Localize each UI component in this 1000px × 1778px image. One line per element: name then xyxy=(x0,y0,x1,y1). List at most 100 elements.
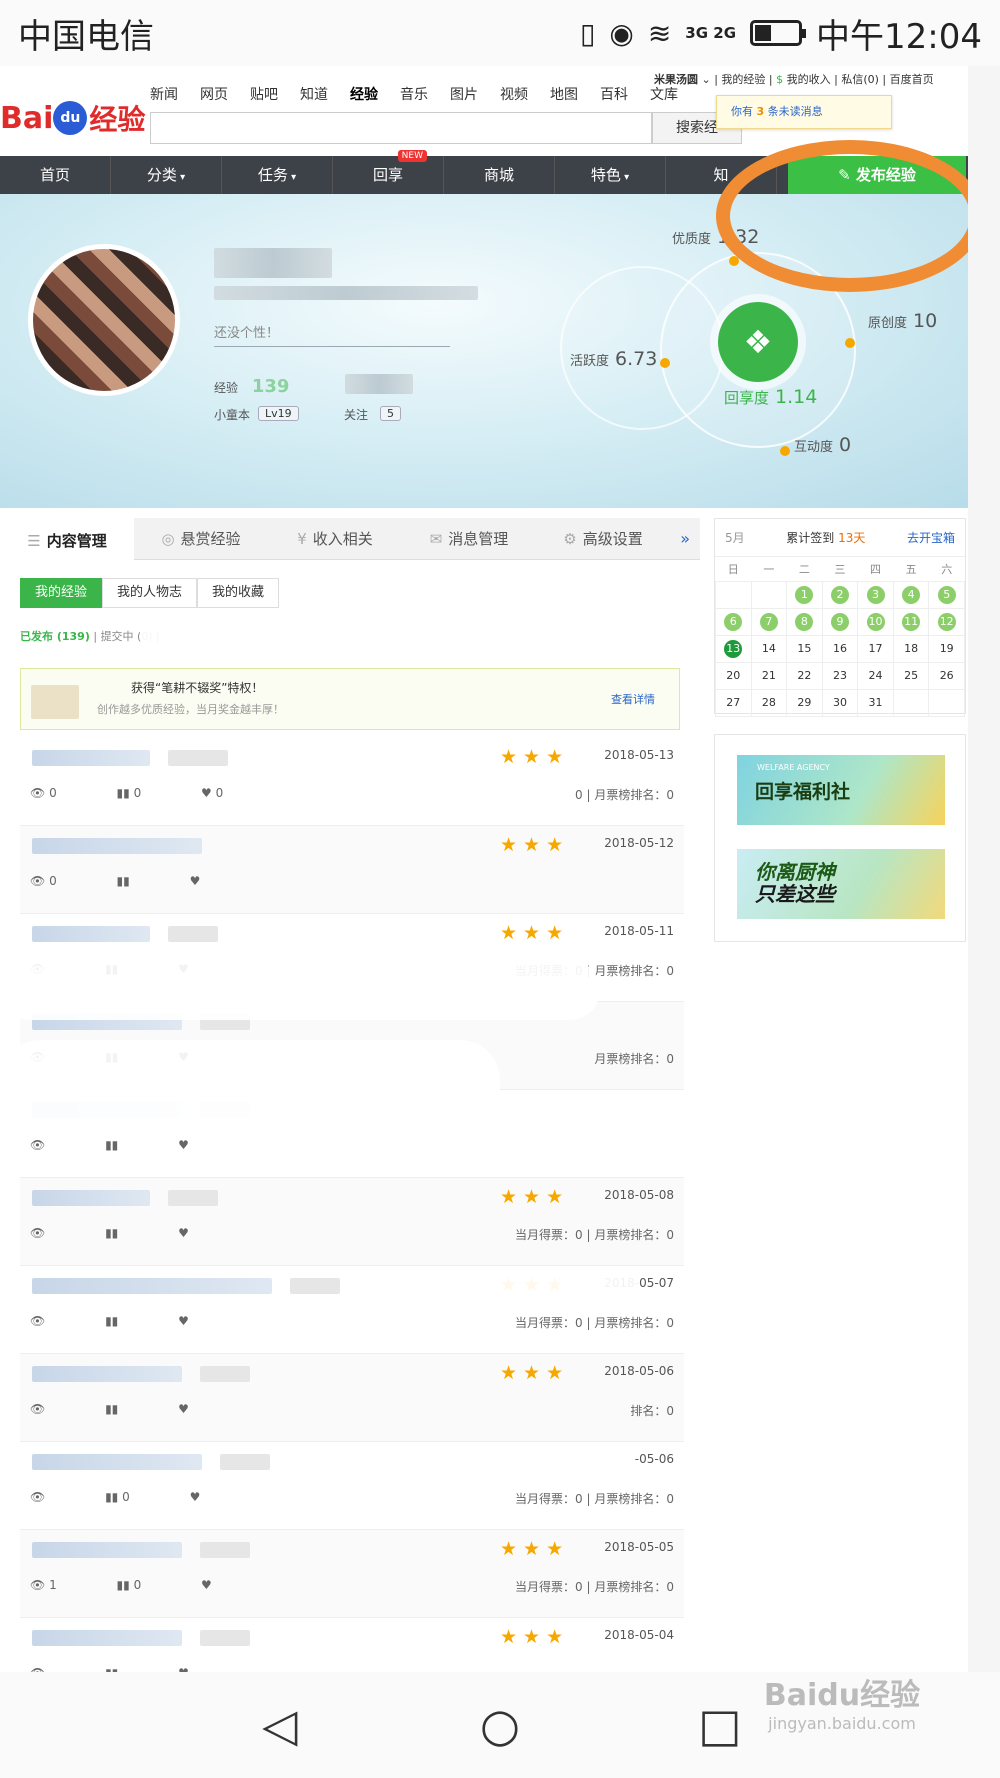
calendar-day[interactable]: 31 xyxy=(857,688,894,717)
username-link[interactable]: 米果汤圆 xyxy=(654,73,698,86)
calendar-day[interactable]: 25 xyxy=(892,661,930,690)
calendar-day[interactable]: 29 xyxy=(786,688,823,717)
chevron-down-icon[interactable]: ⌄ xyxy=(702,73,711,86)
subtab-item[interactable]: 我的人物志 xyxy=(102,578,198,608)
calendar-day[interactable]: 20 xyxy=(715,661,752,690)
my-exp-link[interactable]: 我的经验 xyxy=(721,73,765,86)
main-nav-item[interactable]: 特色 ▾ xyxy=(555,156,666,194)
filter-published[interactable]: 已发布 (139) xyxy=(20,630,90,643)
calendar-day[interactable]: 12 xyxy=(928,607,965,636)
calendar-day[interactable]: 7 xyxy=(750,607,788,636)
top-nav-item[interactable]: 视频 xyxy=(500,84,528,104)
calendar-day[interactable]: 6 xyxy=(715,607,752,636)
calendar-day xyxy=(715,580,752,609)
main-nav-item[interactable]: 知 xyxy=(666,156,777,194)
more-tabs-icon[interactable]: » xyxy=(680,518,690,560)
heart-icon: ♥ xyxy=(178,1138,189,1152)
baidu-jingyan-logo[interactable]: Bai du 经验 xyxy=(0,96,145,140)
calendar-day[interactable]: 10 xyxy=(857,607,894,636)
top-nav-item[interactable]: 网页 xyxy=(200,84,228,104)
layers-icon[interactable]: ❖ xyxy=(718,302,798,382)
baidu-home-link[interactable]: 百度首页 xyxy=(890,73,934,86)
main-nav-item[interactable]: 回享 NEW xyxy=(333,150,444,194)
calendar-day[interactable]: 4 xyxy=(892,580,930,609)
calendar-day[interactable]: 14 xyxy=(750,634,788,663)
calendar-day[interactable]: 30 xyxy=(821,688,859,717)
calendar-day[interactable]: 18 xyxy=(892,634,930,663)
calendar-day[interactable]: 13 xyxy=(715,634,752,663)
pen-icon: ✎ xyxy=(838,166,851,184)
calendar-day[interactable]: 9 xyxy=(821,607,859,636)
calendar-day[interactable]: 26 xyxy=(928,661,965,690)
my-income-link[interactable]: 我的收入 xyxy=(787,73,831,86)
back-button[interactable]: ◁ xyxy=(240,1698,320,1752)
top-nav-item[interactable]: 贴吧 xyxy=(250,84,278,104)
main-nav-item[interactable]: 任务 ▾ xyxy=(222,156,333,194)
calendar-day[interactable]: 11 xyxy=(892,607,930,636)
list-item[interactable]: ★★★ 2018-05-12 👁 0 ▮▮ ♥ xyxy=(20,826,684,914)
wifi-icon: ≋ xyxy=(647,16,672,50)
calendar-day[interactable]: 19 xyxy=(928,634,965,663)
calendar-day[interactable]: 17 xyxy=(857,634,894,663)
top-nav-item[interactable]: 地图 xyxy=(550,84,578,104)
list-item[interactable]: ★★★ 2018-05-06 👁 ▮▮ ♥ 排名：0 xyxy=(20,1354,684,1442)
calendar-day[interactable]: 15 xyxy=(786,634,823,663)
redaction-smudge xyxy=(140,622,300,644)
list-item[interactable]: ★★★2018-05-04 👁 ▮▮ ♥ xyxy=(20,1618,684,1672)
calendar-day[interactable]: 22 xyxy=(786,661,823,690)
top-nav-item[interactable]: 知道 xyxy=(300,84,328,104)
promo-title: 获得“笔耕不辍奖”特权！ xyxy=(131,681,264,695)
publish-experience-button[interactable]: ✎ 发布经验 xyxy=(788,156,966,194)
home-button[interactable]: ○ xyxy=(460,1698,540,1752)
subtab-item[interactable]: 我的收藏 xyxy=(197,578,280,608)
calendar-day[interactable]: 16 xyxy=(821,634,859,663)
unread-notice-popup[interactable]: 你有 3 条未读消息 xyxy=(716,95,892,129)
top-nav-item[interactable]: 百科 xyxy=(600,84,628,104)
tab-item[interactable]: ☰ 内容管理 xyxy=(0,518,134,560)
tab-item[interactable]: ¥ 收入相关 xyxy=(268,518,402,560)
experience-list: ★★★ 2018-05-13 👁 0 ▮▮ 0 ♥ 0 0 | 月票榜排名：0 ★★… xyxy=(20,738,684,1672)
list-item[interactable]: -05-06 👁 ▮▮ 0 ♥ 当月得票：0 | 月票榜排名：0 xyxy=(20,1442,684,1530)
calendar-day[interactable]: 28 xyxy=(750,688,788,717)
heart-icon: ♥ 0 xyxy=(201,786,224,800)
main-nav-item[interactable]: 首页 xyxy=(0,156,111,194)
main-nav-item[interactable]: 分类 ▾ xyxy=(111,156,222,194)
chef-ad[interactable]: 你离厨神 只差这些 xyxy=(737,849,945,919)
item-stats: 👁 0 ▮▮ ♥ xyxy=(30,874,256,888)
top-nav-item[interactable]: 文库 xyxy=(650,84,678,104)
calendar-day[interactable]: 1 xyxy=(786,580,823,609)
subtab-item[interactable]: 我的经验 xyxy=(20,578,103,608)
calendar-day[interactable]: 21 xyxy=(750,661,788,690)
calendar-day[interactable]: 5 xyxy=(928,580,965,609)
calendar-day[interactable]: 3 xyxy=(857,580,894,609)
promo-details-link[interactable]: 查看详情 xyxy=(611,691,655,707)
recent-apps-button[interactable]: □ xyxy=(680,1698,760,1752)
tab-item[interactable]: ⚙ 高级设置 xyxy=(536,518,670,560)
top-nav-item[interactable]: 音乐 xyxy=(400,84,428,104)
status-time: 中午12:04 xyxy=(816,16,982,57)
avatar[interactable] xyxy=(28,244,180,396)
view-icon: 👁 xyxy=(30,1226,50,1240)
calendar-day[interactable]: 2 xyxy=(821,580,859,609)
top-nav-item[interactable]: 图片 xyxy=(450,84,478,104)
item-stats: 👁 ▮▮ ♥ xyxy=(30,1138,245,1152)
calendar-day[interactable]: 23 xyxy=(821,661,859,690)
calendar-day[interactable]: 24 xyxy=(857,661,894,690)
list-item[interactable]: ★★★ 2018-05-08 👁 ▮▮ ♥ 当月得票：0 | 月票榜排名：0 xyxy=(20,1178,684,1266)
follow-label: 关注 xyxy=(344,408,369,422)
tab-item[interactable]: ✉ 消息管理 xyxy=(402,518,536,560)
search-input[interactable] xyxy=(150,112,652,144)
open-box-link[interactable]: 去开宝箱 xyxy=(907,529,955,546)
welfare-ad[interactable]: WELFARE AGENCY 回享福利社 xyxy=(737,755,945,825)
top-nav-item[interactable]: 新闻 xyxy=(150,84,178,104)
top-nav-item[interactable]: 经验 xyxy=(350,84,378,104)
list-item[interactable]: ★★★ 2018-05-05 👁 1 ▮▮ 0 ♥ 当月得票：0 | 月票榜排名：… xyxy=(20,1530,684,1618)
main-nav-item[interactable]: 商城 xyxy=(444,156,555,194)
profile-banner: 还没个性！ 经验 139 小童本 Lv19 关注 5 ❖ 优质度 1.32 原创度… xyxy=(0,194,968,508)
tab-item[interactable]: ◎ 悬赏经验 xyxy=(134,518,268,560)
list-item[interactable]: ★★★ 2018-05-13 👁 0 ▮▮ 0 ♥ 0 0 | 月票榜排名：0 xyxy=(20,738,684,826)
private-msg-link[interactable]: 私信(0) xyxy=(841,73,879,86)
calendar-day[interactable]: 8 xyxy=(786,607,823,636)
calendar-day[interactable]: 27 xyxy=(715,688,752,717)
follow-count[interactable]: 5 xyxy=(380,406,401,421)
